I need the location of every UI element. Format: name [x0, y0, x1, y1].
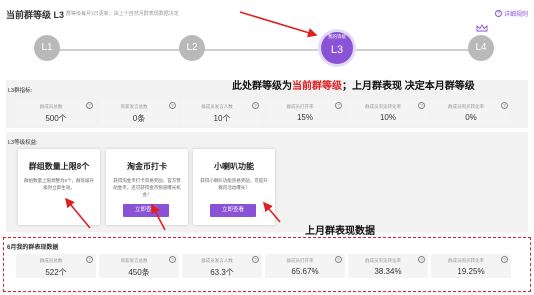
question-icon[interactable]: ?: [169, 256, 176, 263]
question-icon[interactable]: ?: [252, 102, 259, 109]
metric-label: 群成员打开率: [286, 104, 314, 109]
metric-card: 群成员打开率 ? 15%: [265, 100, 345, 124]
header-description: 群等级每月1日更新，由上个自然月群表现数据决定: [66, 11, 179, 17]
rules-link-label: 详细规则: [503, 12, 528, 18]
benefit-title: 群组数量上限8个: [28, 162, 90, 171]
metric-card: 群成员总数 ? 522个: [16, 254, 96, 278]
question-icon[interactable]: ?: [252, 256, 259, 263]
metric-card: 群成员浏览转化率 ? 38.34%: [348, 254, 428, 278]
benefit-title: 小喇叭功能: [214, 162, 254, 171]
question-icon[interactable]: ?: [418, 102, 425, 109]
metric-card: 群成员购买转化率 ? 0%: [431, 100, 511, 124]
benefit-card-speaker: 小喇叭功能 获得小喇叭功能资格奖励，可提升群内活动曝光！ 立即查看: [193, 149, 275, 225]
metric-value: 19.25%: [457, 267, 485, 276]
metric-card: 群成员浏览转化率 ? 10%: [348, 100, 428, 124]
level-track: L1 L2 我的等级 L3 L4: [0, 24, 534, 79]
level-label: L4: [475, 42, 487, 53]
metric-label: 群成员发言人数: [201, 104, 233, 109]
level-label: L1: [41, 42, 53, 53]
last-month-section: 6月我的群表现数据 群成员总数 ? 522个 商家发言总数 ? 450条 群成员…: [3, 237, 531, 292]
benefit-description: 获得小喇叭功能资格奖励，可提升群内活动曝光！: [200, 178, 268, 190]
question-icon[interactable]: ?: [418, 256, 425, 263]
question-icon[interactable]: ?: [86, 256, 93, 263]
metric-label: 群成员发言人数: [201, 258, 233, 263]
metric-card: 商家发言总数 ? 0条: [99, 100, 179, 124]
metric-value: 0%: [465, 113, 477, 122]
metric-card: 群成员购买转化率 ? 19.25%: [431, 254, 511, 278]
level-annotation: 此处群等级为当前群等级；上月群表现 决定本月群等级: [232, 81, 475, 92]
metric-card: 商家发言总数 ? 450条: [99, 254, 179, 278]
metric-value: 63.3个: [210, 268, 234, 277]
metric-label: 群成员浏览转化率: [365, 258, 401, 263]
current-level-title: 当前群等级 L3: [6, 10, 65, 20]
benefit-description: 获得淘金币打卡资格奖励，官方赞助金币，还可获得金币频道曝光机会！: [113, 178, 181, 197]
level-node-l1: L1: [34, 35, 60, 61]
metric-label: 商家发言总数: [120, 104, 148, 109]
indicators-metrics: 群成员总数 ? 500个 商家发言总数 ? 0条 群成员发言人数 ? 10个 群…: [16, 100, 511, 124]
metric-value: 10%: [379, 113, 396, 122]
metric-value: 15%: [296, 113, 313, 122]
level-label: L2: [186, 42, 198, 53]
benefit-card-coin-checkin: 淘金币打卡 获得淘金币打卡资格奖励，官方赞助金币，还可获得金币频道曝光机会！ 立…: [106, 149, 188, 225]
level-node-l4: L4: [468, 35, 494, 61]
question-icon[interactable]: ?: [501, 256, 508, 263]
last-month-annotation: 上月群表现数据: [305, 226, 375, 237]
metric-label: 群成员总数: [39, 258, 63, 263]
benefit-card-group-limit: 群组数量上限8个 群组数量上限调整为8个，群等级升级时立即生效。: [18, 149, 100, 225]
metric-label: 群成员购买转化率: [448, 104, 484, 109]
metric-label: 群成员浏览转化率: [365, 104, 401, 109]
view-now-button[interactable]: 立即查看: [210, 204, 256, 217]
metric-card: 群成员总数 ? 500个: [16, 100, 96, 124]
indicators-title: L3群指标:: [8, 88, 33, 94]
metric-label: 商家发言总数: [120, 258, 148, 263]
last-month-title: 6月我的群表现数据: [7, 245, 59, 251]
view-now-button[interactable]: 立即查看: [123, 204, 169, 217]
rules-link[interactable]: ? 详细规则: [494, 9, 528, 18]
metric-value: 38.34%: [374, 267, 402, 276]
my-level-tag: 我的等级: [328, 34, 346, 39]
benefits-title: L3等级权益:: [8, 140, 38, 146]
metric-card: 群成员发言人数 ? 10个: [182, 100, 262, 124]
question-icon[interactable]: ?: [169, 102, 176, 109]
level-node-l3-current: 我的等级 L3: [321, 32, 353, 64]
crown-icon: [476, 24, 488, 32]
metric-label: 群成员购买转化率: [448, 258, 484, 263]
question-icon[interactable]: ?: [501, 102, 508, 109]
metric-value: 500个: [45, 114, 67, 123]
metric-value: 10个: [213, 114, 231, 123]
question-icon: ?: [494, 10, 502, 17]
question-icon[interactable]: ?: [86, 102, 93, 109]
metric-value: 522个: [45, 268, 67, 277]
metric-label: 群成员打开率: [286, 258, 314, 263]
question-icon[interactable]: ?: [335, 102, 342, 109]
benefit-title: 淘金币打卡: [127, 162, 167, 171]
last-month-metrics: 群成员总数 ? 522个 商家发言总数 ? 450条 群成员发言人数 ? 63.…: [16, 254, 511, 278]
metric-value: 450条: [128, 268, 150, 277]
metric-card: 群成员发言人数 ? 63.3个: [182, 254, 262, 278]
track-line: [48, 49, 484, 51]
metric-label: 群成员总数: [39, 104, 63, 109]
question-icon[interactable]: ?: [335, 256, 342, 263]
metric-card: 群成员打开率 ? 65.67%: [265, 254, 345, 278]
level-node-l2: L2: [179, 35, 205, 61]
metric-value: 65.67%: [291, 267, 319, 276]
level-label: L3: [330, 44, 344, 56]
metric-value: 0条: [132, 114, 146, 123]
benefit-description: 群组数量上限调整为8个，群等级升级时立即生效。: [24, 178, 95, 190]
